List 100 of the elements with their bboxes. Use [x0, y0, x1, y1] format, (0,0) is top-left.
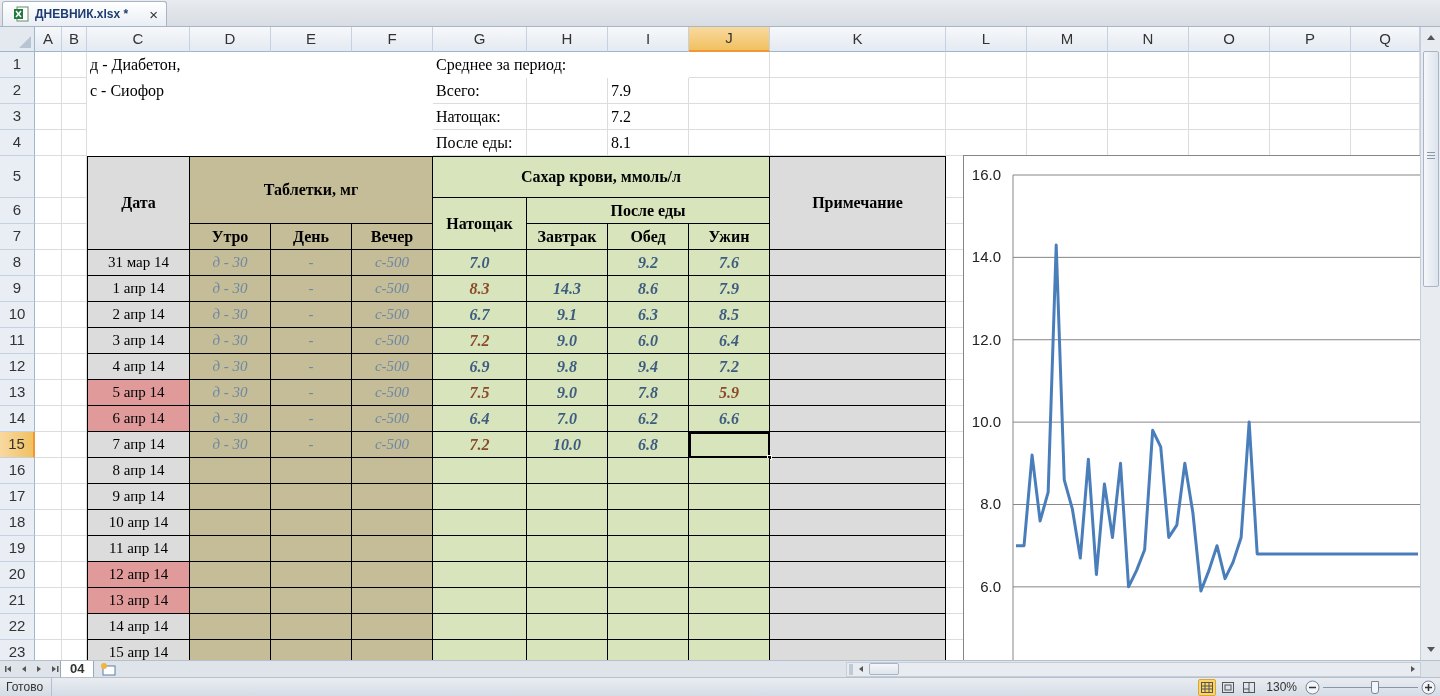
column-header[interactable]: A [35, 27, 62, 52]
header-cell: Дата [87, 156, 190, 250]
column-header[interactable]: Q [1351, 27, 1420, 52]
table-cell: 5.9 [689, 380, 770, 406]
date-cell: 9 апр 14 [87, 484, 190, 510]
row-header[interactable]: 20 [0, 562, 35, 588]
zoom-in-icon[interactable] [1421, 679, 1436, 695]
table-cell: с-500 [352, 276, 433, 302]
table-cell: - [271, 302, 352, 328]
table-cell: д - 30 [190, 354, 271, 380]
scroll-left-icon[interactable] [5, 665, 14, 673]
scroll-right-icon[interactable] [50, 665, 59, 673]
table-cell: с-500 [352, 406, 433, 432]
table-cell: 9.0 [527, 328, 608, 354]
scroll-left-icon[interactable] [20, 665, 29, 673]
row-header[interactable]: 6 [0, 198, 35, 224]
split-handle[interactable] [849, 663, 854, 675]
row-header[interactable]: 14 [0, 406, 35, 432]
column-header[interactable]: H [527, 27, 608, 52]
date-cell: 31 мар 14 [87, 250, 190, 276]
row-header[interactable]: 4 [0, 130, 35, 156]
header-cell: После еды [527, 198, 770, 224]
zoom-out-icon[interactable] [1305, 679, 1320, 695]
table-cell: 7.5 [433, 380, 527, 406]
date-cell: 14 апр 14 [87, 614, 190, 640]
table-cell: с-500 [352, 380, 433, 406]
table-cell: 9.4 [608, 354, 689, 380]
table-cell: с-500 [352, 328, 433, 354]
row-header[interactable]: 3 [0, 104, 35, 130]
tick-label: 6.0 [980, 577, 1001, 595]
row-header[interactable]: 1 [0, 52, 35, 78]
table-cell: д - 30 [190, 380, 271, 406]
table-cell: 9.2 [608, 250, 689, 276]
column-header[interactable]: O [1189, 27, 1270, 52]
column-header[interactable]: I [608, 27, 689, 52]
date-cell: 11 апр 14 [87, 536, 190, 562]
table-cell: с-500 [352, 432, 433, 458]
sheet-tab[interactable]: 04 [60, 660, 95, 678]
row-header[interactable]: 17 [0, 484, 35, 510]
row-header[interactable]: 11 [0, 328, 35, 354]
column-header[interactable]: B [62, 27, 87, 52]
row-header[interactable]: 10 [0, 302, 35, 328]
table-cell: 9.8 [527, 354, 608, 380]
date-cell: 12 апр 14 [87, 562, 190, 588]
header-cell: Вечер [352, 224, 433, 250]
file-tab-title: ДНЕВНИК.xlsx * [35, 6, 129, 23]
row-header[interactable]: 8 [0, 250, 35, 276]
table-cell: 14.3 [527, 276, 608, 302]
scroll-thumb[interactable] [1422, 51, 1439, 287]
close-button[interactable]: × [149, 6, 158, 22]
row-header[interactable]: 2 [0, 78, 35, 104]
row-header[interactable]: 12 [0, 354, 35, 380]
column-header[interactable]: M [1027, 27, 1108, 52]
column-header[interactable]: P [1270, 27, 1351, 52]
column-header[interactable]: D [190, 27, 271, 52]
scroll-left-icon[interactable] [857, 665, 866, 673]
row-header[interactable]: 18 [0, 510, 35, 536]
file-tab[interactable]: ДНЕВНИК.xlsx * × [2, 1, 167, 26]
date-cell: 5 апр 14 [87, 380, 190, 406]
horizontal-scrollbar[interactable] [846, 661, 1422, 677]
summary-value: 7.2 [608, 104, 689, 130]
row-header[interactable]: 22 [0, 614, 35, 640]
column-header[interactable]: N [1108, 27, 1189, 52]
row-header[interactable]: 16 [0, 458, 35, 484]
table-cell: 6.4 [689, 328, 770, 354]
table-cell: 7.6 [689, 250, 770, 276]
scroll-down-icon[interactable] [1425, 646, 1436, 654]
date-cell: 3 апр 14 [87, 328, 190, 354]
column-header[interactable]: J [689, 27, 770, 52]
table-cell: - [271, 328, 352, 354]
scroll-up-icon[interactable] [1425, 33, 1436, 41]
zoom-slider[interactable] [1323, 679, 1418, 695]
row-header[interactable]: 9 [0, 276, 35, 302]
view-button[interactable] [1198, 678, 1217, 696]
row-header[interactable]: 19 [0, 536, 35, 562]
date-cell: 13 апр 14 [87, 588, 190, 614]
column-header[interactable]: F [352, 27, 433, 52]
scroll-thumb[interactable] [869, 663, 900, 675]
tick-label: 16.0 [971, 166, 1001, 183]
column-header[interactable]: L [946, 27, 1027, 52]
zoom-level[interactable]: 130% [1266, 678, 1297, 696]
tick-label: 14.0 [971, 248, 1001, 266]
table-cell: д - 30 [190, 406, 271, 432]
summary-label: Натощак: [433, 104, 527, 130]
row-header[interactable]: 5 [0, 156, 35, 198]
row-header[interactable]: 21 [0, 588, 35, 614]
zoom-thumb[interactable] [1371, 680, 1380, 694]
column-header[interactable]: G [433, 27, 527, 52]
row-header[interactable]: 7 [0, 224, 35, 250]
table-cell: 6.3 [608, 302, 689, 328]
row-header[interactable]: 23 [0, 640, 35, 660]
table-cell: д - 30 [190, 302, 271, 328]
row-header[interactable]: 15 [0, 432, 35, 458]
column-header[interactable]: K [770, 27, 946, 52]
vertical-scrollbar[interactable] [1420, 27, 1440, 660]
column-header[interactable]: E [271, 27, 352, 52]
table-cell: - [271, 432, 352, 458]
table-cell: д - 30 [190, 276, 271, 302]
row-header[interactable]: 13 [0, 380, 35, 406]
column-header[interactable]: C [87, 27, 190, 52]
